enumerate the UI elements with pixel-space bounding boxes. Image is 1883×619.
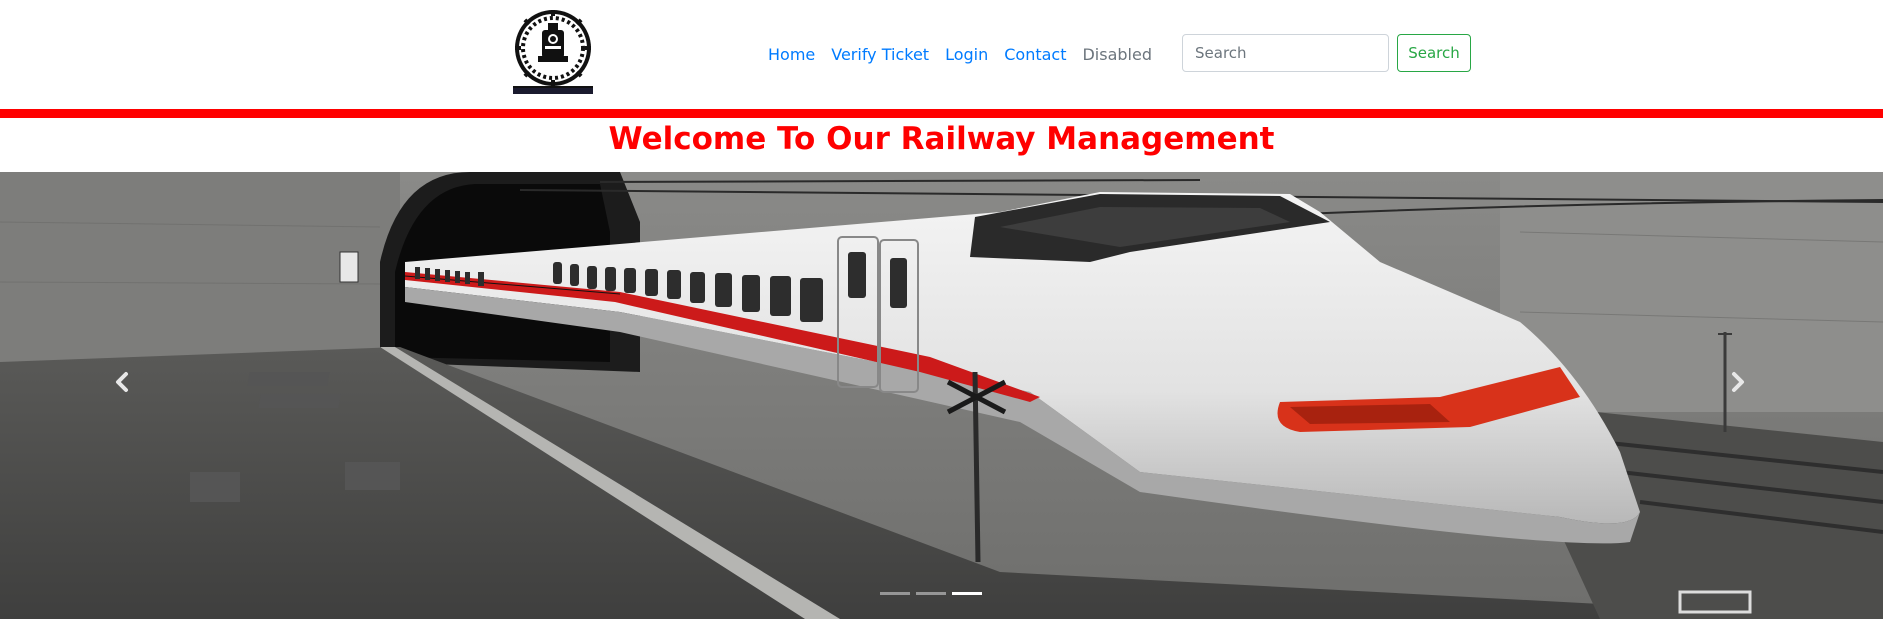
nav-link-home[interactable]: Home	[768, 45, 815, 64]
carousel-next-button[interactable]	[1718, 362, 1758, 402]
carousel-indicator-2[interactable]	[916, 592, 946, 595]
search-input[interactable]	[1182, 34, 1389, 72]
nav-link-contact[interactable]: Contact	[1004, 45, 1066, 64]
carousel-indicator-1[interactable]	[880, 592, 910, 595]
carousel-prev-button[interactable]	[102, 362, 142, 402]
carousel-indicators	[880, 592, 988, 595]
welcome-heading: Welcome To Our Railway Management	[608, 121, 1275, 157]
chevron-left-icon	[116, 372, 128, 392]
carousel-indicator-3[interactable]	[952, 592, 982, 595]
railway-logo[interactable]	[512, 8, 594, 96]
nav-link-disabled: Disabled	[1082, 44, 1152, 64]
image-carousel	[0, 172, 1883, 619]
nav-links: Home Verify Ticket Login Contact Disable…	[768, 43, 1168, 65]
chevron-right-icon	[1732, 372, 1744, 392]
red-divider-bar	[0, 109, 1883, 118]
steam-locomotive-emblem-icon	[513, 10, 593, 94]
bullet-train-tunnel-photo	[0, 172, 1883, 619]
nav-link-verify-ticket[interactable]: Verify Ticket	[831, 45, 929, 64]
navbar: Home Verify Ticket Login Contact Disable…	[0, 0, 1883, 108]
search-button[interactable]: Search	[1397, 34, 1471, 72]
nav-link-login[interactable]: Login	[945, 45, 988, 64]
